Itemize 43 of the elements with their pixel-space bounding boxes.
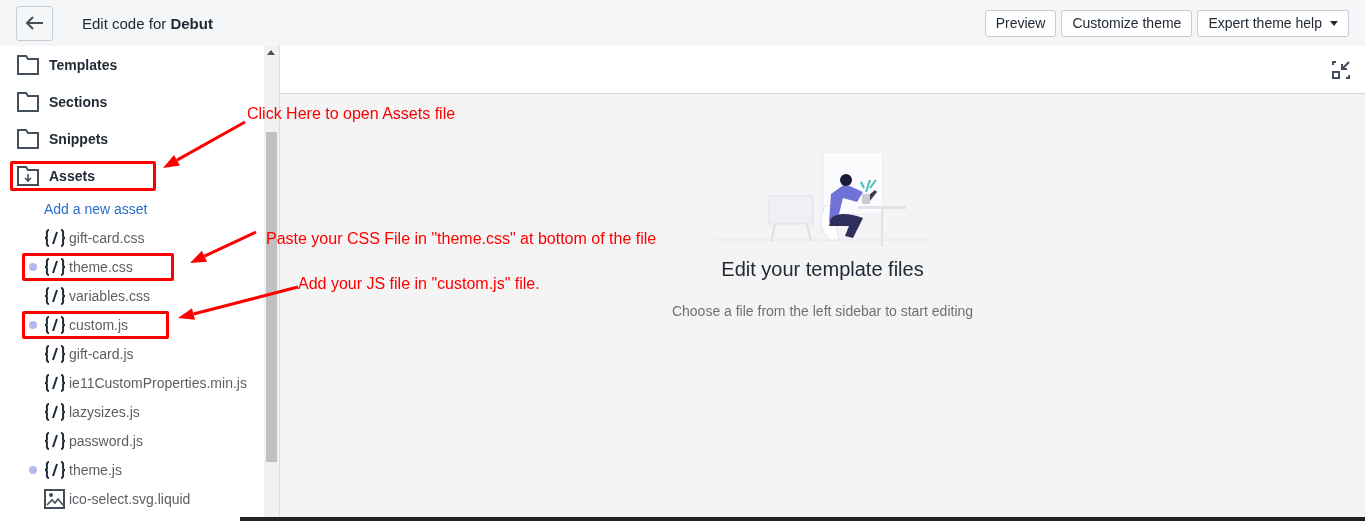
sidebar-file[interactable]: variables.css (22, 281, 191, 310)
page-title: Edit code for Debut (82, 14, 213, 32)
sidebar-folder[interactable]: Templates (10, 49, 179, 80)
add-asset-link[interactable]: Add a new asset (0, 194, 148, 223)
image-file-icon (44, 488, 66, 509)
sidebar-file[interactable]: ico-select.svg.liquid (22, 483, 232, 514)
sidebar-folder[interactable]: Sections (10, 86, 169, 117)
sidebar-folder[interactable]: Assets (10, 160, 156, 191)
sidebar-file[interactable]: gift-card.js (22, 339, 175, 368)
code-file-icon (44, 228, 66, 247)
back-button[interactable] (16, 5, 53, 41)
folder-icon (17, 91, 39, 112)
empty-state-text: Choose a file from the left sidebar to start editing (671, 303, 974, 319)
header-button[interactable]: Expert theme help (1197, 9, 1349, 37)
back-arrow-icon (25, 16, 44, 30)
sidebar-file[interactable]: theme.css (22, 252, 174, 281)
code-file-icon (44, 286, 66, 305)
code-file-icon (44, 402, 66, 421)
sidebar-folder[interactable]: Snippets (10, 123, 170, 154)
annotation-text: Paste your CSS File in "theme.css" at bottom of the file (266, 230, 657, 248)
annotation-text: Add your JS file in "custom.js" file. (298, 275, 540, 293)
caret-icon (1330, 20, 1338, 26)
sidebar-file[interactable]: lazysizes.js (22, 397, 181, 426)
code-file-icon (44, 257, 66, 276)
annotation-text: Click Here to open Assets file (247, 105, 456, 123)
annotation-arrow (190, 230, 257, 263)
code-file-icon (44, 344, 66, 363)
sidebar-file[interactable]: theme.js (22, 455, 163, 484)
header-button[interactable]: Customize theme (1061, 9, 1193, 37)
code-file-icon (44, 315, 66, 334)
sidebar-file[interactable]: custom.js (22, 310, 170, 339)
code-file-icon (44, 373, 66, 392)
folder-icon (17, 128, 39, 149)
sidebar-file[interactable]: gift-card.css (22, 223, 186, 252)
collapse-icon[interactable] (1332, 60, 1350, 79)
empty-state-title: Edit your template files (721, 258, 924, 281)
code-file-icon (44, 460, 66, 479)
sidebar-file[interactable]: password.js (22, 426, 184, 455)
folder-download-icon (17, 165, 39, 186)
folder-icon (17, 54, 39, 75)
code-file-icon (44, 431, 66, 450)
sidebar-file[interactable]: ie11CustomProperties.min.js (22, 368, 264, 397)
header-button[interactable]: Preview (984, 9, 1057, 37)
